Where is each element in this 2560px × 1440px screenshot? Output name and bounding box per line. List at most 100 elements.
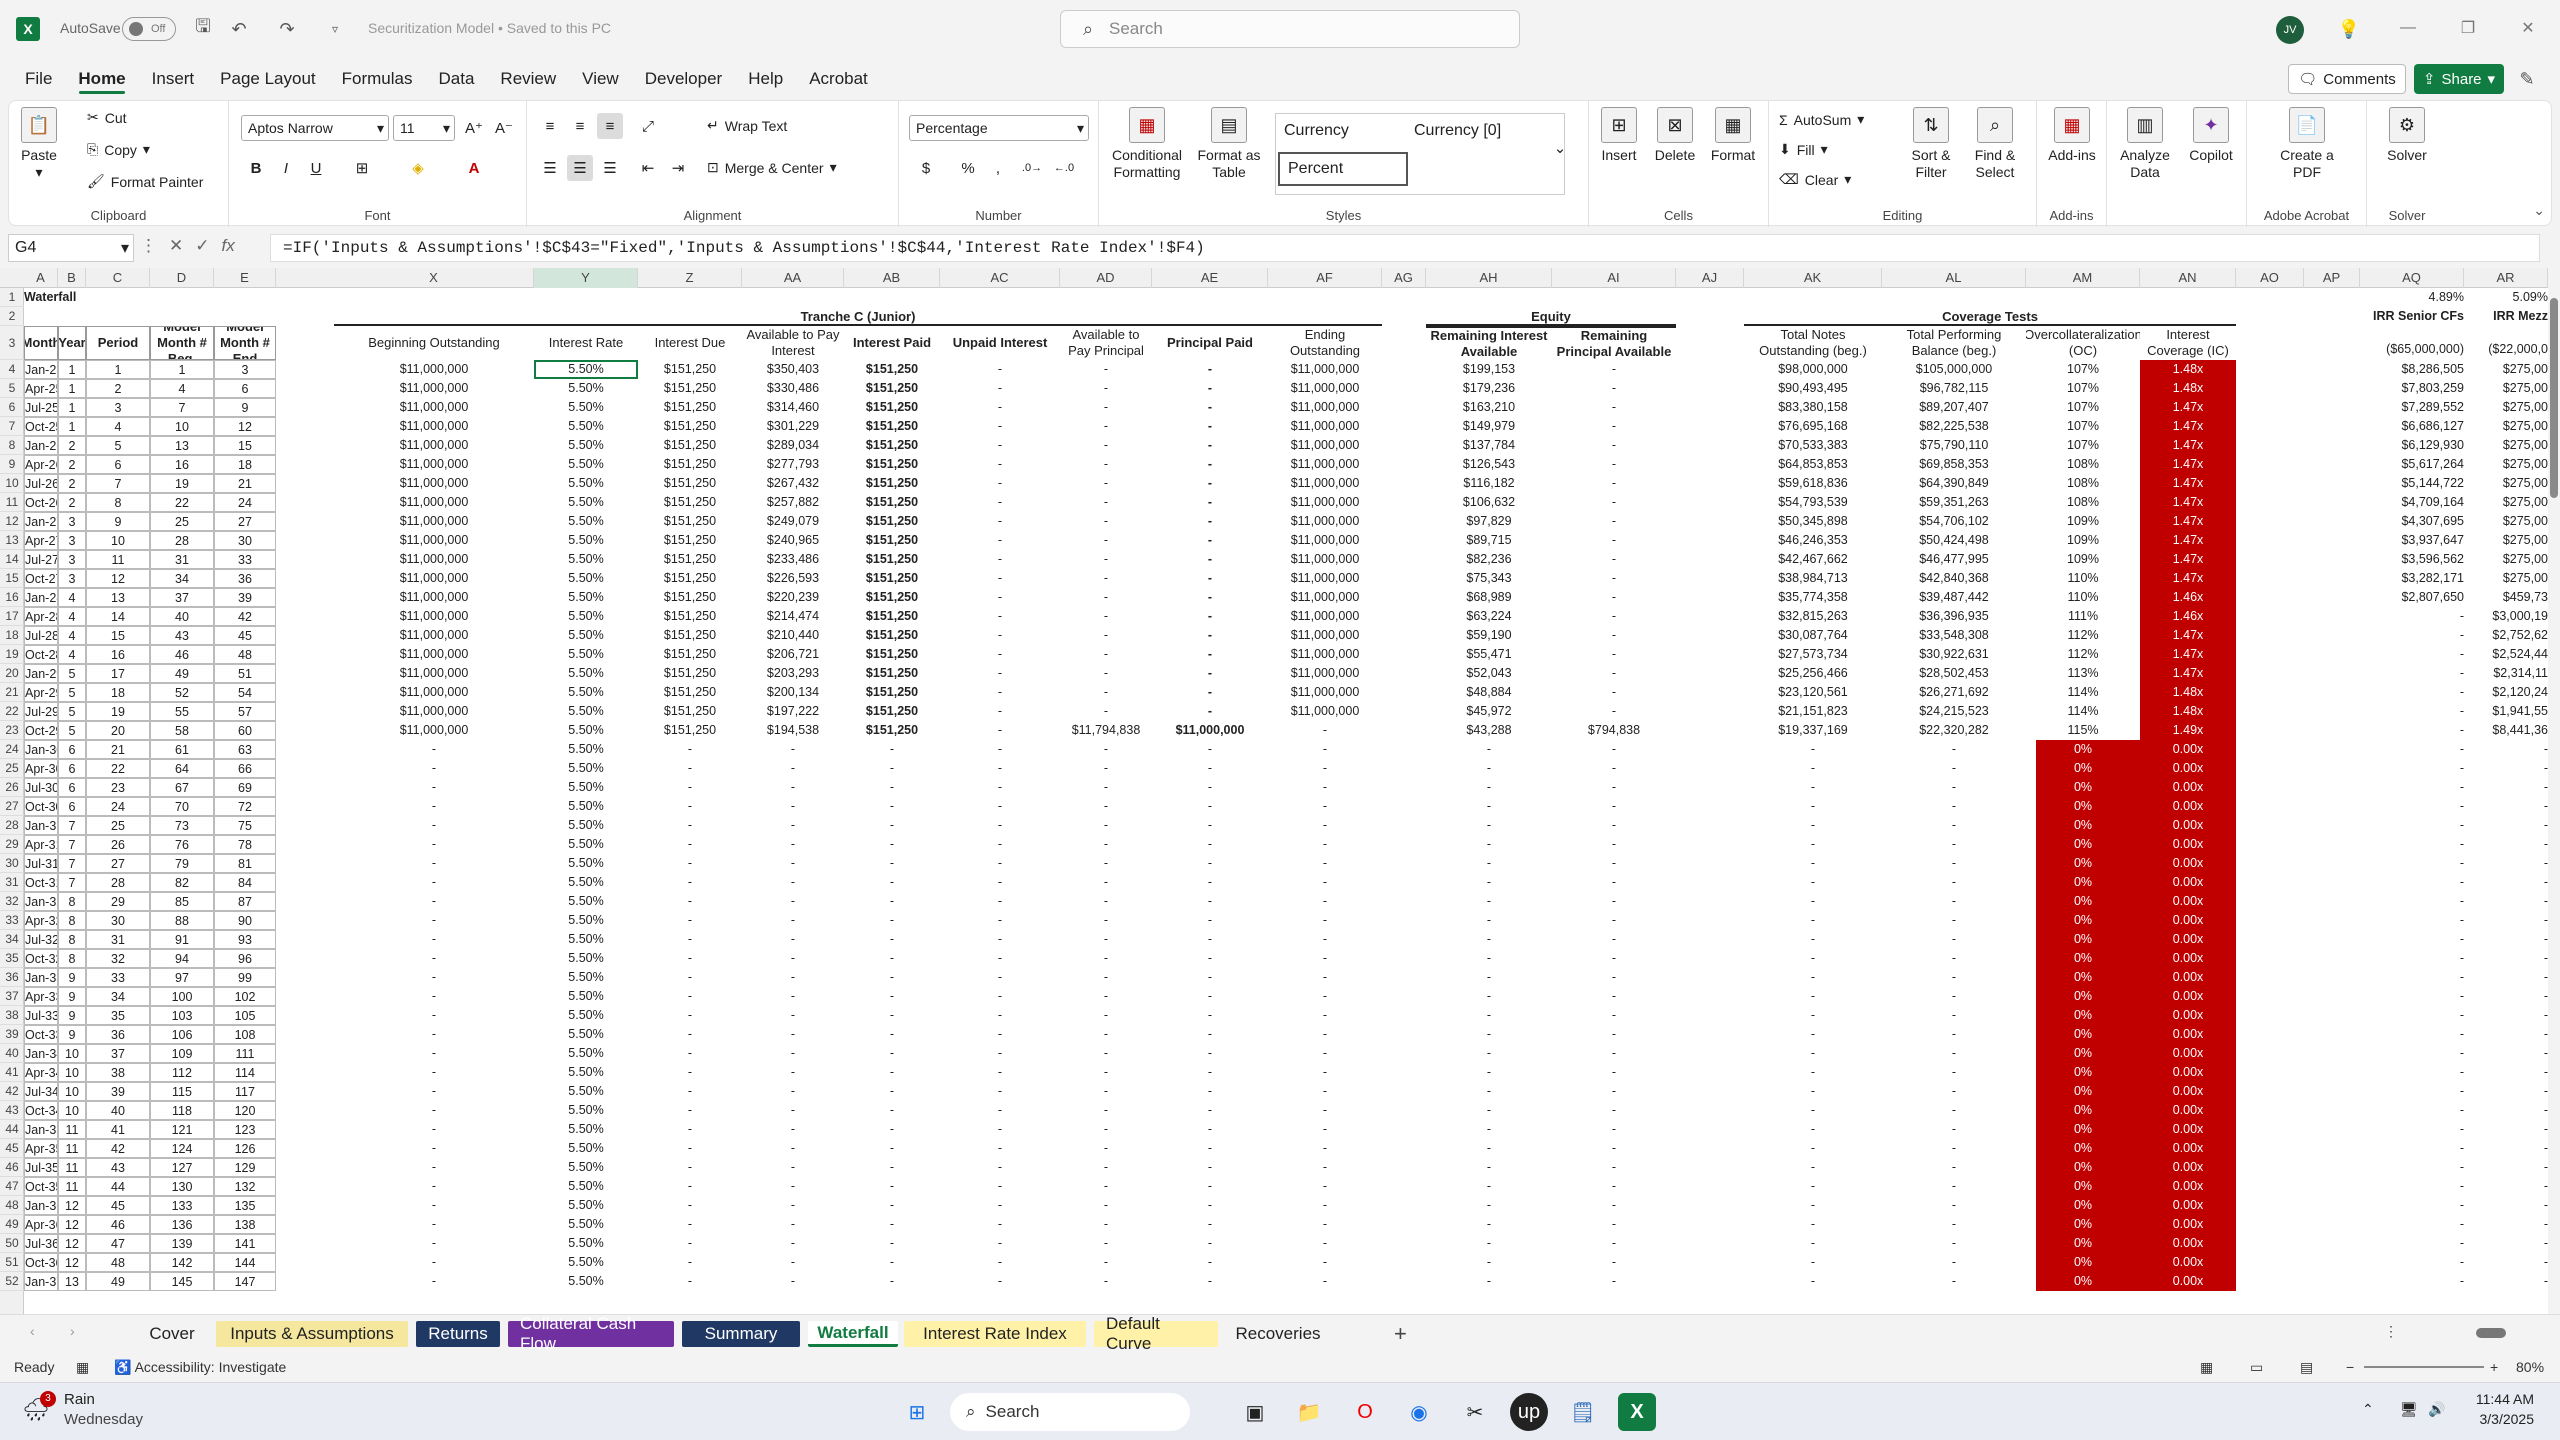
rate-cell[interactable]: 5.50% xyxy=(534,797,638,816)
data-cell[interactable]: $11,000,000 xyxy=(334,626,534,645)
data-cell[interactable]: 1.47x xyxy=(2140,493,2236,512)
empty-cell[interactable]: - xyxy=(638,740,742,759)
borders-icon[interactable]: ⊞ xyxy=(349,155,375,181)
header-perf-bal[interactable]: Total Performing Balance (beg.) xyxy=(1882,326,2026,360)
empty-cell[interactable]: - xyxy=(742,873,844,892)
data-cell[interactable]: $11,000,000 xyxy=(1268,436,1382,455)
empty-cell[interactable]: - xyxy=(1268,1272,1382,1291)
empty-cell[interactable]: - xyxy=(1552,854,1676,873)
empty-cell[interactable]: - xyxy=(2464,835,2548,854)
empty-cell[interactable]: - xyxy=(1426,778,1552,797)
oc-cell[interactable]: 0% xyxy=(2026,911,2140,930)
column-header-an[interactable]: AN xyxy=(2140,268,2236,288)
undo-icon[interactable]: ↶ xyxy=(226,16,252,42)
empty-cell[interactable]: - xyxy=(1060,778,1152,797)
column-header-ah[interactable]: AH xyxy=(1426,268,1552,288)
data-cell[interactable]: $203,293 xyxy=(742,664,844,683)
sheet-options-icon[interactable]: ⋮ xyxy=(2384,1323,2398,1340)
share-button[interactable]: ⇪ Share ▾ xyxy=(2414,64,2504,94)
data-cell[interactable]: $214,474 xyxy=(742,607,844,626)
ic-cell[interactable]: 0.00x xyxy=(2140,1234,2236,1253)
data-cell[interactable]: 3 xyxy=(58,569,86,588)
empty-cell[interactable]: - xyxy=(1744,816,1882,835)
data-cell[interactable]: $301,229 xyxy=(742,417,844,436)
empty-cell[interactable]: - xyxy=(1152,911,1268,930)
rate-cell[interactable]: 5.50% xyxy=(534,987,638,1006)
data-cell[interactable]: - xyxy=(1060,398,1152,417)
empty-cell[interactable]: - xyxy=(844,1006,940,1025)
period-cell[interactable]: 21 xyxy=(86,740,150,759)
data-cell[interactable]: $275,00 xyxy=(2464,569,2548,588)
empty-cell[interactable]: - xyxy=(940,778,1060,797)
ic-cell[interactable]: 0.00x xyxy=(2140,1196,2236,1215)
empty-cell[interactable]: - xyxy=(1060,987,1152,1006)
empty-cell[interactable]: - xyxy=(1744,1234,1882,1253)
empty-cell[interactable]: - xyxy=(742,911,844,930)
empty-cell[interactable]: - xyxy=(742,1120,844,1139)
empty-cell[interactable]: - xyxy=(638,1196,742,1215)
create-pdf-button[interactable]: 📄 Create a PDF xyxy=(2267,107,2347,181)
rate-cell[interactable]: 5.50% xyxy=(534,1101,638,1120)
increase-decimal-icon[interactable]: .0→ xyxy=(1019,155,1045,181)
data-cell[interactable]: - xyxy=(1152,417,1268,436)
empty-cell[interactable]: - xyxy=(1060,854,1152,873)
data-cell[interactable]: $151,250 xyxy=(638,702,742,721)
model-beg-cell[interactable]: 97 xyxy=(150,968,214,987)
period-cell[interactable]: 33 xyxy=(86,968,150,987)
data-cell[interactable]: - xyxy=(1060,683,1152,702)
column-header-ao[interactable]: AO xyxy=(2236,268,2304,288)
model-end-cell[interactable]: 72 xyxy=(214,797,276,816)
empty-cell[interactable]: - xyxy=(742,987,844,1006)
year-cell[interactable]: 12 xyxy=(58,1253,86,1272)
data-cell[interactable]: $137,784 xyxy=(1426,436,1552,455)
data-cell[interactable]: $275,00 xyxy=(2464,512,2548,531)
empty-cell[interactable]: - xyxy=(1060,816,1152,835)
row-header[interactable]: 35 xyxy=(0,949,24,968)
data-cell[interactable]: 5 xyxy=(58,702,86,721)
data-cell[interactable]: 19 xyxy=(150,474,214,493)
name-box[interactable]: G4 ▾ xyxy=(8,234,134,262)
data-cell[interactable]: 5.50% xyxy=(534,360,638,379)
model-beg-cell[interactable]: 103 xyxy=(150,1006,214,1025)
model-end-cell[interactable]: 63 xyxy=(214,740,276,759)
data-cell[interactable]: $68,989 xyxy=(1426,588,1552,607)
model-end-cell[interactable]: 87 xyxy=(214,892,276,911)
empty-cell[interactable]: - xyxy=(742,1215,844,1234)
rate-cell[interactable]: 5.50% xyxy=(534,854,638,873)
empty-cell[interactable]: - xyxy=(1882,778,2026,797)
task-view-icon[interactable]: ▣ xyxy=(1236,1393,1274,1431)
data-cell[interactable]: 48 xyxy=(214,645,276,664)
empty-cell[interactable]: - xyxy=(1882,835,2026,854)
data-cell[interactable]: - xyxy=(1552,607,1676,626)
format-as-table-button[interactable]: ▤ Format as Table xyxy=(1191,107,1267,181)
empty-cell[interactable]: - xyxy=(2464,1253,2548,1272)
empty-cell[interactable]: - xyxy=(2464,873,2548,892)
empty-cell[interactable]: - xyxy=(1152,1234,1268,1253)
oc-cell[interactable]: 0% xyxy=(2026,1196,2140,1215)
data-cell[interactable]: 109% xyxy=(2026,550,2140,569)
data-cell[interactable]: 14 xyxy=(86,607,150,626)
empty-cell[interactable]: - xyxy=(1426,911,1552,930)
data-cell[interactable]: $151,250 xyxy=(638,474,742,493)
scroll-thumb[interactable] xyxy=(2550,298,2558,498)
data-cell[interactable]: - xyxy=(1552,683,1676,702)
data-cell[interactable]: $46,477,995 xyxy=(1882,550,2026,569)
data-cell[interactable]: - xyxy=(1152,645,1268,664)
data-cell[interactable]: $54,793,539 xyxy=(1744,493,1882,512)
increase-font-icon[interactable]: A⁺ xyxy=(461,115,487,141)
data-cell[interactable]: Jul-28 xyxy=(24,626,58,645)
empty-cell[interactable]: - xyxy=(1882,1253,2026,1272)
data-cell[interactable]: Apr-25 xyxy=(24,379,58,398)
row-header[interactable]: 7 xyxy=(0,417,24,436)
model-beg-cell[interactable]: 115 xyxy=(150,1082,214,1101)
empty-cell[interactable]: - xyxy=(1152,759,1268,778)
empty-cell[interactable]: - xyxy=(1152,854,1268,873)
empty-cell[interactable]: - xyxy=(2464,778,2548,797)
empty-cell[interactable]: - xyxy=(1268,740,1382,759)
cell-grid[interactable]: Waterfall Tranche C (Junior) Equity Coverag… xyxy=(24,288,2548,1314)
data-cell[interactable]: $11,000,000 xyxy=(1268,512,1382,531)
data-cell[interactable]: 58 xyxy=(150,721,214,740)
empty-cell[interactable]: - xyxy=(1744,835,1882,854)
data-cell[interactable]: $11,000,000 xyxy=(1268,645,1382,664)
data-cell[interactable]: $11,000,000 xyxy=(334,436,534,455)
